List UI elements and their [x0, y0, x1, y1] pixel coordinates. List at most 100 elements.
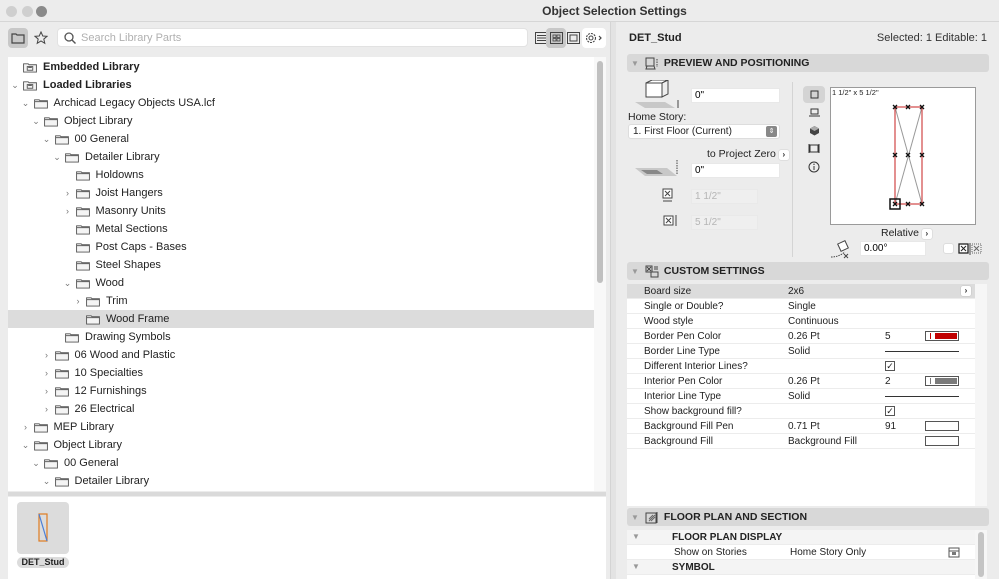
pen-color-swatch[interactable] — [925, 331, 959, 341]
library-settings-button[interactable] — [582, 28, 606, 48]
floor-plan-scrollbar[interactable] — [975, 530, 987, 579]
plan-preview-canvas[interactable]: 1 1/2" x 5 1/2" — [830, 87, 976, 225]
preview-positioning-header[interactable]: ▼ PREVIEW AND POSITIONING — [627, 54, 989, 72]
setting-row[interactable]: Interior Pen Color 0.26 Pt 2 — [627, 374, 975, 389]
setting-value[interactable]: Continuous — [788, 316, 839, 327]
fill-swatch[interactable] — [925, 421, 959, 431]
tree-item[interactable]: ⌄ Detailer Library — [8, 148, 594, 166]
chevron-right-icon[interactable]: › — [63, 206, 73, 216]
preview-view-button[interactable] — [563, 28, 583, 48]
tree-item[interactable]: › 26 Electrical — [8, 400, 594, 418]
line-type-preview[interactable] — [885, 351, 959, 352]
tree-item[interactable]: ⌄ Detailer Library — [8, 472, 594, 490]
chevron-right-icon[interactable]: › — [73, 296, 83, 306]
search-input[interactable] — [81, 31, 521, 44]
tree-item[interactable]: › 10 Specialties — [8, 364, 594, 382]
setting-row[interactable]: Background Fill Background Fill — [627, 434, 975, 449]
chevron-right-icon[interactable]: › — [42, 386, 52, 396]
side-view-button[interactable] — [803, 104, 825, 121]
chevron-down-icon[interactable]: ⌄ — [42, 134, 52, 145]
tree-item[interactable]: › MEP Library — [8, 418, 594, 436]
tree-item[interactable]: Drawing Symbols — [8, 328, 594, 346]
tree-item[interactable]: ⌄ Wood — [8, 274, 594, 292]
plan-view-button[interactable] — [803, 86, 825, 103]
relative-toggle[interactable]: Relative › — [881, 227, 932, 239]
chevron-right-icon[interactable]: › — [42, 404, 52, 414]
floor-plan-section-header[interactable]: ▼ FLOOR PLAN AND SECTION — [627, 508, 989, 526]
tree-scrollbar-thumb[interactable] — [597, 61, 603, 283]
setting-checkbox[interactable]: ✓ — [885, 406, 895, 416]
setting-value[interactable]: Solid — [788, 391, 810, 402]
setting-row[interactable]: Border Line Type Solid — [627, 344, 975, 359]
tree-scrollbar[interactable] — [594, 57, 606, 491]
setting-value[interactable]: 2x6 — [788, 286, 804, 297]
chevron-down-icon[interactable]: ⌄ — [42, 476, 52, 487]
chevron-down-icon[interactable]: ⌄ — [21, 440, 31, 451]
chevron-right-icon[interactable]: › — [42, 350, 52, 360]
depth-field[interactable] — [691, 215, 758, 230]
pen-number[interactable]: 5 — [885, 331, 891, 342]
panel-divider[interactable] — [610, 22, 616, 579]
setting-value[interactable]: Background Fill — [788, 436, 857, 447]
pen-number[interactable]: 2 — [885, 376, 891, 387]
setting-row[interactable]: Border Pen Color 0.26 Pt 5 — [627, 329, 975, 344]
chevron-down-icon[interactable]: ⌄ — [52, 152, 62, 163]
tree-item[interactable]: Embedded Library — [8, 58, 594, 76]
pen-color-swatch[interactable] — [925, 376, 959, 386]
width-field[interactable] — [691, 189, 758, 204]
tree-item[interactable]: Wood Frame — [8, 310, 594, 328]
tree-item[interactable]: › Masonry Units — [8, 202, 594, 220]
3d-view-button[interactable] — [803, 122, 825, 139]
setting-row[interactable]: Single or Double? Single — [627, 299, 975, 314]
line-type-preview[interactable] — [885, 396, 959, 397]
custom-settings-header[interactable]: ▼ CUSTOM SETTINGS — [627, 262, 989, 280]
folder-view-button[interactable] — [8, 28, 28, 48]
floor-plan-display-group[interactable]: ▼ FLOOR PLAN DISPLAY — [627, 530, 975, 545]
setting-value[interactable]: 0.26 Pt — [788, 376, 820, 387]
pane-splitter[interactable] — [8, 492, 606, 496]
setting-row[interactable]: Background Fill Pen 0.71 Pt 91 — [627, 419, 975, 434]
chevron-right-icon[interactable]: › — [961, 286, 971, 296]
tree-item[interactable]: › 06 Wood and Plastic — [8, 346, 594, 364]
setting-value[interactable]: 0.71 Pt — [788, 421, 820, 432]
floor-plan-scrollbar-thumb[interactable] — [978, 532, 984, 577]
search-field[interactable] — [57, 28, 528, 47]
setting-value[interactable]: Single — [788, 301, 816, 312]
tree-item[interactable]: Post Caps - Bases — [8, 238, 594, 256]
section-view-button[interactable] — [803, 140, 825, 157]
info-button[interactable] — [803, 158, 825, 175]
reference-level-label[interactable]: to Project Zero › — [707, 148, 789, 160]
elevation-field[interactable] — [691, 88, 780, 103]
chevron-right-icon[interactable]: › — [42, 368, 52, 378]
tree-item[interactable]: Steel Shapes — [8, 256, 594, 274]
chevron-down-icon[interactable]: ⌄ — [63, 278, 73, 289]
tree-item[interactable]: Metal Sections — [8, 220, 594, 238]
chevron-right-icon[interactable]: › — [21, 422, 31, 432]
home-story-select[interactable]: 1. First Floor (Current) ⇕ — [628, 124, 780, 139]
setting-row[interactable]: Wood style Continuous — [627, 314, 975, 329]
fill-swatch[interactable] — [925, 436, 959, 446]
setting-row[interactable]: Interior Line Type Solid — [627, 389, 975, 404]
tree-item[interactable]: ⌄ Object Library — [8, 436, 594, 454]
setting-value[interactable]: Solid — [788, 346, 810, 357]
chevron-down-icon[interactable]: ⌄ — [31, 458, 41, 469]
setting-checkbox[interactable]: ✓ — [885, 361, 895, 371]
symbol-group[interactable]: ▼ SYMBOL — [627, 560, 975, 575]
setting-row[interactable]: Board size 2x6 › — [627, 284, 975, 299]
anchor-point-buttons[interactable] — [958, 243, 982, 255]
custom-settings-scrollbar[interactable] — [975, 284, 987, 506]
rotation-field[interactable] — [860, 241, 926, 256]
show-on-stories-row[interactable]: Show on Stories Home Story Only — [627, 545, 975, 560]
tree-item[interactable]: ⌄ Archicad Legacy Objects USA.lcf — [8, 94, 594, 112]
tree-item[interactable]: › Joist Hangers — [8, 184, 594, 202]
tree-item[interactable]: › 12 Furnishings — [8, 382, 594, 400]
tree-item[interactable]: Holdowns — [8, 166, 594, 184]
setting-row[interactable]: Different Interior Lines? ✓ — [627, 359, 975, 374]
setting-value[interactable]: 0.26 Pt — [788, 331, 820, 342]
chevron-down-icon[interactable]: ⌄ — [21, 98, 31, 109]
setting-row[interactable]: Show background fill? ✓ — [627, 404, 975, 419]
library-part-thumbnail[interactable] — [17, 502, 69, 554]
tree-item[interactable]: › Trim — [8, 292, 594, 310]
project-zero-field[interactable] — [691, 163, 780, 178]
tree-item[interactable]: ⌄ 00 General — [8, 454, 594, 472]
